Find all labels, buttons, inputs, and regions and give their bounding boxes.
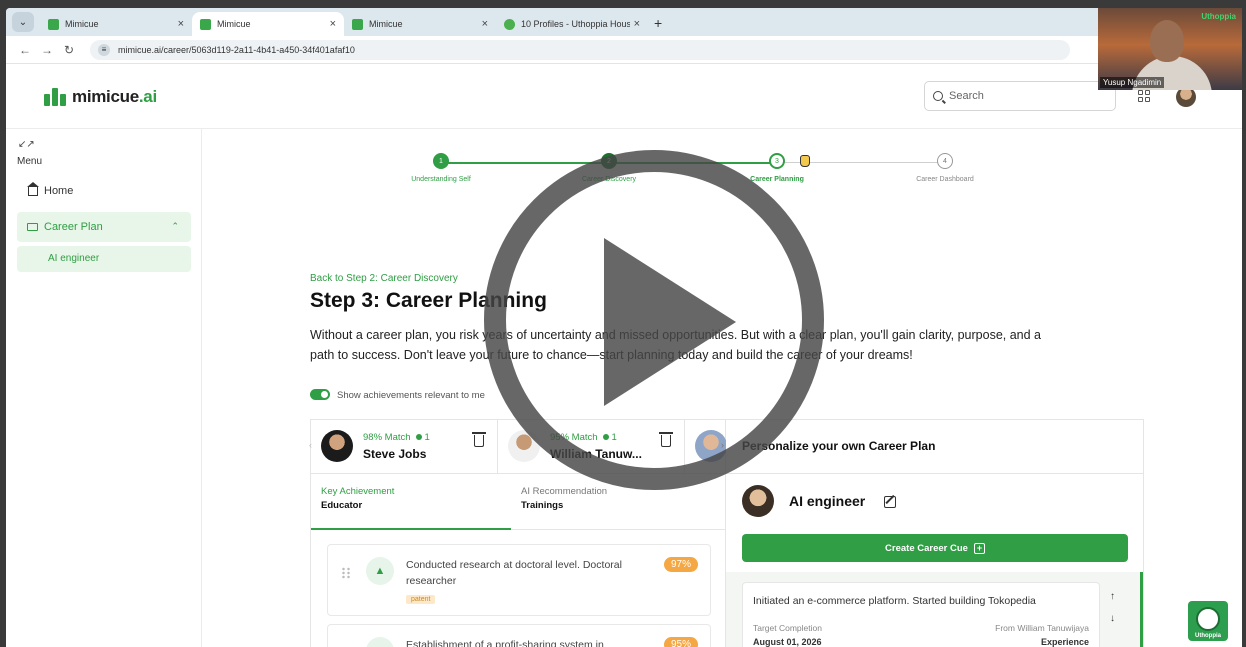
menu-label: Menu [17,156,43,167]
browser-tab-4[interactable]: 10 Profiles - Uthoppia House I × [496,12,648,36]
sidebar-item-home[interactable]: Home [27,181,73,197]
career-goal-card[interactable]: Initiated an e-commerce platform. Starte… [742,582,1100,647]
step-label-3: Career Planning [750,176,804,183]
close-icon[interactable]: × [482,18,488,30]
achievement-tag: patent [406,595,436,604]
rocket-icon: ➤ [366,637,394,647]
career-goal-list: Initiated an e-commerce platform. Starte… [726,572,1143,647]
address-bar: ← → ↻ ≡ mimicue.ai/career/5063d119-2a11-… [6,36,1242,64]
move-up-icon[interactable]: ↑ [1110,586,1115,608]
presenter-name: Yusup Ngadimin [1100,77,1165,88]
career-plan-panel: Personalize your own Career Plan AI engi… [726,419,1144,647]
back-arrow-icon[interactable]: ← [14,43,36,57]
close-icon[interactable]: × [330,18,336,30]
home-icon [27,181,39,196]
graduation-cap-icon: ▲ [366,557,394,585]
logo-mark-icon [44,88,68,106]
presenter-face [1150,20,1184,62]
search-input[interactable]: Search [924,81,1116,111]
active-tab-underline [311,528,511,530]
drag-handle-icon[interactable] [341,567,351,579]
create-career-cue-button[interactable]: Create Career Cue + [742,534,1128,562]
webcam-overlay: Uthoppia Yusup Ngadimin [1098,8,1242,90]
hand-cursor-icon [800,155,810,167]
monitor-icon [27,223,38,231]
mimicue-favicon-icon [352,18,363,30]
sidebar-item-career-plan[interactable]: Career Plan ⌃ [17,212,191,242]
role-avatar [742,485,774,517]
uthoppia-favicon-icon [504,18,515,30]
match-dot-icon [415,434,422,440]
tab-bar: ⌄ Mimicue × Mimicue × Mimicue × 10 Profi… [6,8,1242,36]
uthoppia-logo: Uthoppia [1188,601,1228,641]
scroll-indicator [1140,572,1143,647]
mimicue-favicon-icon [200,18,211,30]
new-tab-button[interactable]: + [654,15,662,31]
candidate-photo [321,430,353,462]
url-field[interactable]: ≡ mimicue.ai/career/5063d119-2a11-4b41-a… [90,39,1070,60]
sidebar: ↙↗ Menu Home Career Plan ⌃ AI engineer [6,129,202,647]
sidebar-subitem-ai-engineer[interactable]: AI engineer [17,246,191,272]
chevron-down-icon: ⌄ [18,16,28,28]
logo-face-icon [1196,607,1220,631]
reload-icon[interactable]: ↻ [58,43,80,57]
candidate-card-1[interactable]: 98% Match 1 Steve Jobs [311,420,498,474]
achievement-item[interactable]: ▲ Conducted research at doctoral level. … [327,544,711,616]
move-down-icon[interactable]: ↓ [1110,608,1115,630]
webcam-brand: Uthoppia [1201,12,1236,21]
chevron-up-icon[interactable]: ⌃ [171,221,179,232]
step-node-1[interactable]: 1 [433,153,449,169]
trash-icon[interactable] [472,432,486,447]
back-to-step-2-link[interactable]: Back to Step 2: Career Discovery [310,273,458,284]
match-percent-badge: 95% [663,637,698,647]
match-percent-badge: 97% [663,557,698,572]
career-plan-heading: Personalize your own Career Plan [726,420,1143,474]
show-achievements-toggle[interactable] [310,389,330,400]
close-icon[interactable]: × [178,18,184,30]
browser-tab-3[interactable]: Mimicue × [344,12,496,36]
play-icon[interactable] [604,238,736,406]
achievement-item[interactable]: ➤ Establishment of a profit-sharing syst… [327,624,711,647]
search-icon [933,91,943,101]
step-node-3[interactable]: 3 [769,153,785,169]
step-label-1: Understanding Self [411,176,471,183]
mimicue-favicon-icon [48,18,59,30]
role-name: AI engineer [789,493,866,509]
tab-ai-recommendation[interactable]: AI Recommendation Trainings [521,486,607,511]
forward-arrow-icon[interactable]: → [36,43,58,57]
close-icon[interactable]: × [634,18,640,30]
collapse-icon[interactable]: ↙↗ [18,139,35,150]
apps-grid-icon[interactable] [1138,90,1150,102]
step-node-4[interactable]: 4 [937,153,953,169]
tab-key-achievement[interactable]: Key Achievement Educator [321,486,394,511]
user-avatar[interactable] [1176,87,1196,107]
browser-tab-1[interactable]: Mimicue × [40,12,192,36]
mimicue-logo[interactable]: mimicue.ai [44,87,157,107]
toggle-label: Show achievements relevant to me [337,390,485,401]
candidate-name: Steve Jobs [363,447,427,461]
tab-search-button[interactable]: ⌄ [12,12,34,32]
site-info-icon[interactable]: ≡ [98,43,110,56]
app-header: mimicue.ai Search [6,65,1242,129]
browser-tab-2[interactable]: Mimicue × [192,12,344,36]
plus-square-icon: + [973,542,985,554]
step-label-4: Career Dashboard [916,176,974,183]
edit-icon[interactable] [884,496,896,508]
